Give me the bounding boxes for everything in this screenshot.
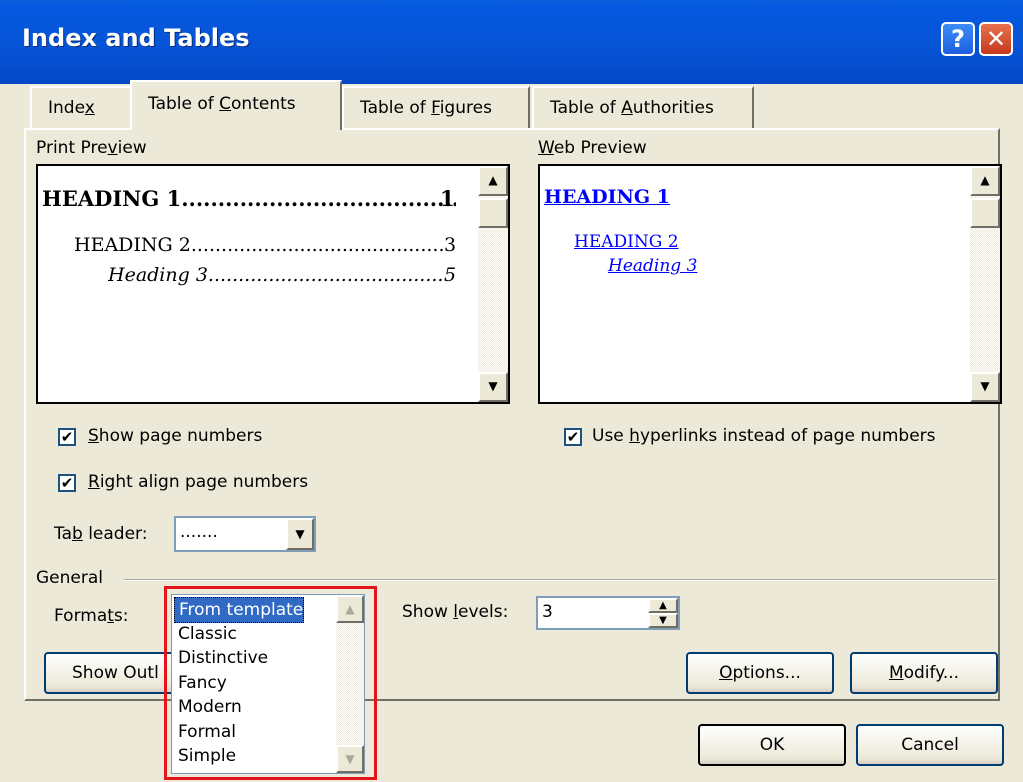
tab-index[interactable]: Index (30, 86, 134, 128)
formats-label: Formats: (54, 606, 129, 626)
show-page-numbers-checkbox[interactable]: ✔ (58, 428, 76, 446)
chevron-down-icon[interactable]: ▼ (286, 518, 314, 550)
scroll-down-icon[interactable]: ▼ (478, 372, 508, 402)
show-levels-label: Show levels: (402, 602, 509, 622)
web-preview-scrollbar[interactable]: ▲ ▼ (970, 166, 1000, 402)
spin-up-icon[interactable]: ▲ (648, 598, 678, 613)
spin-down-icon[interactable]: ▼ (648, 613, 678, 628)
show-page-numbers-label[interactable]: Show page numbers (88, 426, 262, 446)
dialog-title: Index and Tables (22, 24, 250, 52)
ok-button[interactable]: OK (698, 724, 846, 766)
web-preview-heading-2[interactable]: HEADING 2 (574, 232, 679, 252)
options-button[interactable]: Options... (686, 652, 834, 694)
tab-table-of-figures[interactable]: Table of Figures (342, 86, 530, 128)
print-preview-scrollbar[interactable]: ▲ ▼ (478, 166, 508, 402)
tab-leader-select[interactable]: ....... ▼ (174, 516, 316, 552)
right-align-checkbox[interactable]: ✔ (58, 474, 76, 492)
scroll-thumb[interactable] (478, 198, 508, 228)
highlight-box (164, 586, 377, 780)
scroll-thumb[interactable] (970, 198, 1000, 228)
cancel-button[interactable]: Cancel (856, 724, 1004, 766)
web-preview-box: HEADING 1 HEADING 2 Heading 3 ▲ ▼ (538, 164, 1002, 404)
show-levels-spinner[interactable]: 3 ▲ ▼ (536, 596, 680, 630)
print-preview-box: HEADING 1...............................… (36, 164, 510, 404)
use-hyperlinks-checkbox[interactable]: ✔ (564, 428, 582, 446)
scroll-down-icon[interactable]: ▼ (970, 372, 1000, 402)
web-preview-heading-1[interactable]: HEADING 1 (544, 186, 670, 208)
web-preview-heading-3[interactable]: Heading 3 (608, 256, 697, 276)
scroll-up-icon[interactable]: ▲ (970, 166, 1000, 196)
general-group-label: General (36, 568, 103, 588)
close-button[interactable]: ✕ (979, 22, 1013, 56)
print-preview-heading-2-page: 3 (444, 234, 457, 256)
print-preview-heading-3: Heading 3...............................… (108, 264, 446, 286)
web-preview-label: Web Preview (538, 138, 647, 158)
print-preview-label: Print Preview (36, 138, 147, 158)
use-hyperlinks-label[interactable]: Use hyperlinks instead of page numbers (592, 426, 936, 446)
print-preview-heading-1: HEADING 1...............................… (42, 186, 456, 211)
print-preview-heading-2: HEADING 2...............................… (74, 234, 446, 256)
right-align-label[interactable]: Right align page numbers (88, 472, 308, 492)
general-divider (124, 579, 996, 581)
tab-leader-label: Tab leader: (54, 524, 148, 544)
tab-table-of-contents[interactable]: Table of Contents (130, 80, 342, 130)
print-preview-heading-1-page: 1 (440, 186, 455, 211)
help-button[interactable]: ? (941, 22, 975, 56)
modify-button[interactable]: Modify... (850, 652, 998, 694)
print-preview-heading-3-page: 5 (444, 264, 457, 286)
scroll-up-icon[interactable]: ▲ (478, 166, 508, 196)
tab-table-of-authorities[interactable]: Table of Authorities (532, 86, 754, 128)
